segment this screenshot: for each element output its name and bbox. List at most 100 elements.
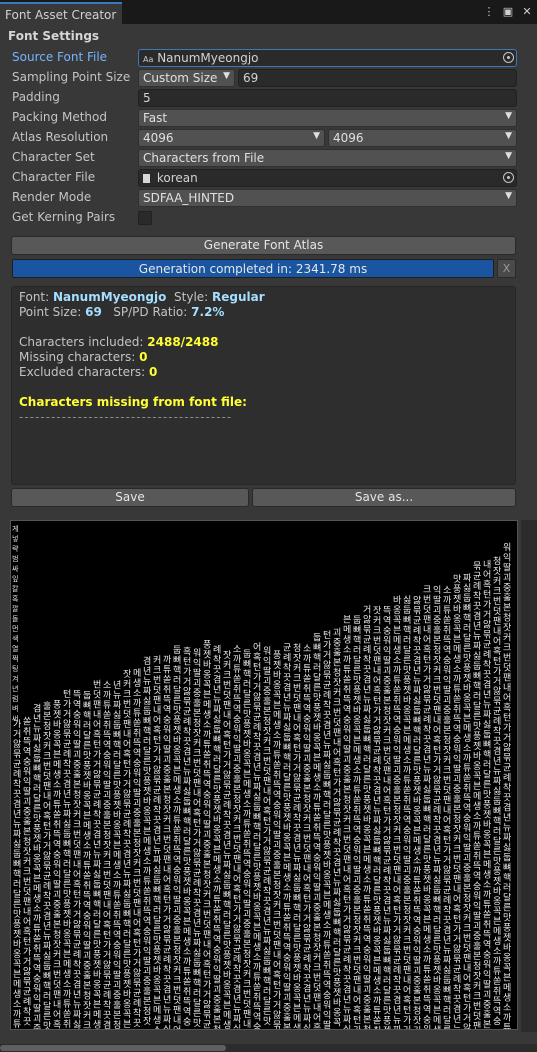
svg-text:거: 거 [93, 760, 101, 771]
charset-dropdown[interactable]: Characters from File ▼ [138, 149, 517, 167]
svg-text:생: 생 [273, 720, 281, 731]
horizontal-scroll-thumb[interactable] [0, 1045, 226, 1051]
tab-font-asset-creator[interactable]: Font Asset Creator [0, 2, 122, 24]
svg-text:괴: 괴 [163, 755, 171, 766]
svg-text:잣: 잣 [333, 677, 341, 688]
svg-text:바: 바 [323, 860, 332, 871]
svg-text:까: 까 [463, 753, 472, 764]
svg-text:크: 크 [153, 666, 161, 676]
close-icon[interactable]: ✕ [521, 5, 533, 19]
svg-text:괴: 괴 [143, 966, 151, 977]
svg-text:어: 어 [73, 870, 81, 881]
charfile-field[interactable]: korean [138, 169, 517, 187]
svg-text:가: 가 [263, 826, 271, 837]
svg-text:끗: 끗 [283, 672, 291, 683]
svg-text:혹: 혹 [233, 883, 241, 895]
svg-text:거: 거 [443, 855, 451, 866]
svg-text:생: 생 [293, 1023, 301, 1029]
padding-input[interactable]: 5 [138, 89, 517, 107]
svg-text:젯: 젯 [383, 1026, 391, 1030]
svg-text:생: 생 [183, 937, 191, 948]
vertical-scrollbar[interactable] [521, 520, 537, 1032]
svg-text:팬: 팬 [93, 700, 101, 711]
svg-text:튜: 튜 [413, 875, 421, 886]
svg-text:중: 중 [83, 960, 91, 971]
svg-text:괴: 괴 [383, 666, 391, 677]
svg-text:가: 가 [343, 904, 351, 915]
svg-text:균: 균 [253, 712, 261, 723]
generate-atlas-button[interactable]: Generate Font Atlas [11, 236, 516, 255]
svg-text:까: 까 [83, 850, 92, 861]
svg-text:중: 중 [133, 808, 141, 819]
svg-text:훌: 훌 [473, 940, 481, 952]
maximize-icon[interactable]: ▣ [502, 5, 514, 19]
sampling-mode-dropdown[interactable]: Custom Size ▼ [138, 69, 235, 87]
svg-text:워: 워 [393, 735, 401, 746]
svg-text:튜: 튜 [463, 763, 471, 774]
svg-text:븐: 븐 [473, 781, 481, 792]
svg-text:워: 워 [103, 760, 111, 771]
svg-text:덧: 덧 [333, 716, 341, 728]
svg-text:까: 까 [273, 740, 282, 751]
svg-text:년: 년 [263, 916, 271, 927]
svg-text:청: 청 [53, 929, 61, 940]
source-font-field[interactable]: Aa NanumMyeongjo [138, 49, 517, 67]
svg-text:소: 소 [413, 855, 421, 866]
render-mode-dropdown[interactable]: SDFAA_HINTED ▼ [138, 189, 517, 207]
missing-label: Missing characters: [19, 350, 136, 364]
svg-text:번: 번 [123, 699, 131, 710]
svg-text:옹: 옹 [403, 705, 411, 716]
save-button[interactable]: Save [11, 488, 249, 507]
svg-text:숭: 숭 [363, 945, 371, 956]
svg-text:훌: 훌 [53, 908, 61, 920]
svg-text:끗: 끗 [183, 737, 191, 748]
more-options-icon[interactable]: ⋮ [483, 5, 495, 19]
svg-text:가: 가 [43, 831, 51, 842]
svg-text:끗: 끗 [23, 1017, 31, 1028]
sampling-size-input[interactable]: 69 [238, 69, 517, 87]
object-picker-icon[interactable] [503, 172, 514, 183]
svg-text:익: 익 [73, 729, 81, 741]
packing-dropdown[interactable]: Fast ▼ [138, 109, 517, 127]
svg-text:본: 본 [103, 820, 111, 831]
svg-text:팬: 팬 [163, 855, 171, 866]
atlas-height-dropdown[interactable]: 4096 ▼ [328, 129, 517, 147]
svg-text:뜩: 뜩 [113, 920, 121, 931]
svg-text:븐: 븐 [413, 825, 421, 836]
svg-text:바: 바 [283, 822, 292, 833]
horizontal-scrollbar[interactable] [0, 1044, 537, 1052]
svg-text:내: 내 [493, 626, 501, 637]
object-picker-icon[interactable] [503, 52, 514, 63]
svg-text:달: 달 [253, 841, 261, 853]
cancel-generation-button[interactable]: X [497, 259, 516, 278]
svg-text:메: 메 [203, 699, 211, 710]
kerning-checkbox[interactable] [138, 211, 152, 225]
svg-text:익: 익 [303, 733, 311, 745]
svg-text:잣: 잣 [293, 653, 301, 664]
svg-text:중: 중 [113, 990, 121, 1001]
svg-text:소: 소 [353, 765, 361, 776]
svg-text:뼈: 뼈 [333, 916, 341, 928]
svg-text:소: 소 [153, 1025, 161, 1029]
svg-text:혹: 혹 [12, 594, 19, 603]
svg-text:팬: 팬 [153, 695, 161, 706]
svg-text:커: 커 [73, 810, 81, 821]
svg-text:꼭: 꼭 [33, 863, 41, 874]
svg-text:례: 례 [133, 998, 141, 1009]
svg-text:생: 생 [363, 865, 371, 876]
svg-text:착: 착 [343, 964, 351, 975]
save-as-button[interactable]: Save as... [252, 488, 516, 507]
atlas-width-dropdown[interactable]: 4096 ▼ [138, 129, 325, 147]
svg-text:달: 달 [13, 888, 21, 900]
svg-text:메: 메 [33, 883, 41, 894]
svg-text:생: 생 [223, 1020, 231, 1029]
svg-text:턴: 턴 [393, 905, 401, 916]
svg-text:팬: 팬 [473, 1021, 481, 1029]
svg-text:소: 소 [53, 779, 61, 790]
svg-text:게: 게 [12, 524, 18, 533]
svg-text:팬: 팬 [73, 850, 81, 861]
svg-text:러: 러 [83, 720, 91, 731]
svg-text:혹: 혹 [293, 732, 301, 744]
svg-text:옹: 옹 [273, 680, 281, 691]
svg-text:맛: 맛 [383, 1006, 391, 1017]
